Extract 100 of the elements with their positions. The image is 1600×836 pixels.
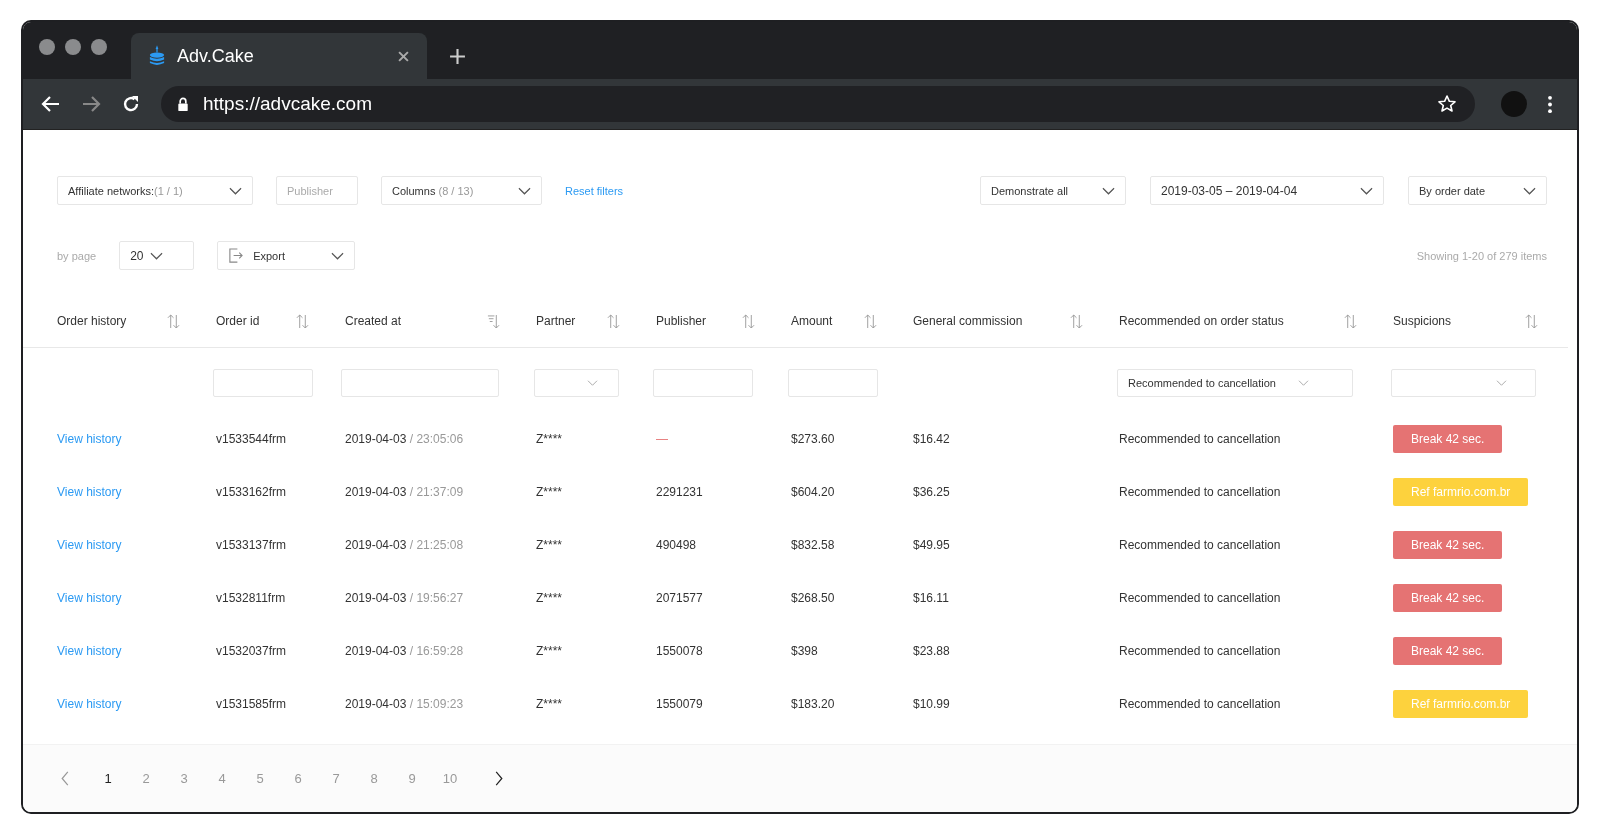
filter-select[interactable]: Affiliate networks:(1 / 1)	[57, 176, 253, 205]
sort-icon[interactable]	[296, 313, 309, 329]
table-cell: Recommended to cancellation	[1119, 484, 1281, 499]
column-header[interactable]: Suspicions	[1393, 314, 1452, 328]
chevron-down-icon	[518, 186, 531, 195]
chevron-down-icon	[331, 251, 345, 260]
column-header[interactable]: Order history	[57, 314, 127, 328]
table-cell: Z****	[536, 696, 562, 711]
window-control-icon[interactable]	[65, 38, 81, 55]
column-filter-select[interactable]	[1391, 369, 1536, 397]
table-cell: 490498	[656, 537, 697, 552]
items-count-text: Showing 1-20 of 279 items	[1416, 249, 1547, 262]
column-header[interactable]: Created at	[345, 314, 402, 328]
window-control-icon[interactable]	[39, 38, 55, 55]
sort-icon[interactable]	[167, 313, 180, 329]
chevron-down-icon	[1523, 186, 1536, 195]
tab-title: Adv.Cake	[177, 45, 255, 67]
table-cell: 1550079	[656, 696, 703, 711]
table-cell: 2019-04-03 / 15:09:23	[345, 696, 464, 711]
per-page-select[interactable]: 20	[119, 241, 195, 270]
sort-icon[interactable]	[1344, 313, 1357, 329]
table-cell: 2291231	[656, 484, 703, 499]
table-cell: $604.20	[791, 484, 835, 499]
table-cell: —	[656, 431, 668, 446]
column-filter-select[interactable]	[534, 369, 619, 397]
table-cell: v1532811frm	[216, 590, 286, 605]
browser-tab[interactable]: Adv.Cake	[131, 33, 427, 79]
back-arrow-icon[interactable]	[41, 94, 61, 114]
address-bar[interactable]: https://advcake.com	[161, 86, 1475, 122]
column-header[interactable]: Amount	[791, 314, 833, 328]
suspicion-badge: Break 42 sec.	[1393, 530, 1503, 559]
column-header[interactable]: General commission	[913, 314, 1023, 328]
table-cell: 2019-04-03 / 19:56:27	[345, 590, 464, 605]
per-page-label: by page	[57, 249, 97, 262]
table-cell: 1550078	[656, 643, 703, 658]
avatar-circle[interactable]	[1501, 91, 1527, 117]
lock-icon	[177, 96, 189, 112]
column-filter-field[interactable]	[341, 369, 499, 397]
table-cell: $832.58	[791, 537, 835, 552]
close-icon[interactable]	[398, 50, 409, 62]
suspicion-badge: Break 42 sec.	[1393, 583, 1503, 612]
column-header[interactable]: Recommended on order status	[1119, 314, 1284, 328]
export-select[interactable]: Export	[217, 241, 356, 270]
sort-icon[interactable]	[742, 313, 755, 329]
column-header[interactable]: Publisher	[656, 314, 707, 328]
filter-select[interactable]: Demonstrate all	[980, 176, 1126, 205]
table-cell: $398	[791, 643, 818, 658]
filter-select[interactable]: 2019-03-05 – 2019-04-04	[1150, 176, 1384, 205]
table-cell: 2019-04-03 / 21:37:09	[345, 484, 464, 499]
menu-icon[interactable]	[1547, 94, 1553, 114]
table-cell: $273.60	[791, 431, 835, 446]
chevron-down-icon	[229, 186, 242, 195]
table-cell: 2071577	[656, 590, 703, 605]
column-filter-select[interactable]: Recommended to cancellation	[1117, 369, 1353, 397]
sort-icon[interactable]	[1070, 313, 1083, 329]
table-cell: Recommended to cancellation	[1119, 643, 1281, 658]
plus-icon[interactable]	[449, 48, 466, 65]
table-cell: Recommended to cancellation	[1119, 696, 1281, 711]
chevron-down-icon	[1360, 186, 1373, 195]
column-filter-field[interactable]	[788, 369, 878, 397]
table-cell: Recommended to cancellation	[1119, 590, 1281, 605]
chevron-down-icon	[1102, 186, 1115, 195]
column-header[interactable]: Order id	[216, 314, 260, 328]
cake-icon	[149, 45, 165, 67]
export-icon	[228, 248, 244, 263]
sort-icon[interactable]	[607, 313, 620, 329]
suspicion-badge: Ref farmrio.com.br	[1393, 477, 1529, 506]
table-cell: v1531585frm	[216, 696, 287, 711]
table-cell: $49.95	[913, 537, 950, 552]
suspicion-badge: Break 42 sec.	[1393, 424, 1503, 453]
url-text: https://advcake.com	[203, 93, 373, 115]
table-cell: Z****	[536, 590, 562, 605]
publisher-field[interactable]: Publisher	[276, 176, 358, 205]
chevron-down-icon	[1298, 380, 1309, 386]
column-filter-field[interactable]	[653, 369, 753, 397]
filter-select[interactable]: By order date	[1408, 176, 1547, 205]
suspicion-badge: Ref farmrio.com.br	[1393, 689, 1529, 718]
table-cell: Z****	[536, 643, 562, 658]
table-cell: v1532037frm	[216, 643, 287, 658]
next-page-icon[interactable]	[495, 771, 503, 786]
page-link[interactable]: 1	[89, 771, 127, 786]
table-cell: 2019-04-03 / 16:59:28	[345, 643, 464, 658]
table-cell: Z****	[536, 537, 562, 552]
sort-descending-icon[interactable]	[487, 313, 500, 329]
table-cell: 2019-04-03 / 23:05:06	[345, 431, 464, 446]
previous-page-icon[interactable]	[61, 771, 69, 786]
table-cell: $36.25	[913, 484, 950, 499]
column-header[interactable]: Partner	[536, 314, 576, 328]
star-icon[interactable]	[1437, 94, 1457, 114]
sort-icon[interactable]	[864, 313, 877, 329]
column-filter-field[interactable]	[213, 369, 313, 397]
filter-select[interactable]: Columns (8 / 13)	[381, 176, 542, 205]
sort-icon[interactable]	[1525, 313, 1538, 329]
table-cell: $183.20	[791, 696, 835, 711]
table-cell: $10.99	[913, 696, 950, 711]
window-control-icon[interactable]	[91, 38, 107, 55]
chevron-down-icon	[587, 380, 598, 386]
table-cell: v1533544frm	[216, 431, 287, 446]
reload-icon[interactable]	[121, 94, 141, 114]
table-cell: 2019-04-03 / 21:25:08	[345, 537, 464, 552]
